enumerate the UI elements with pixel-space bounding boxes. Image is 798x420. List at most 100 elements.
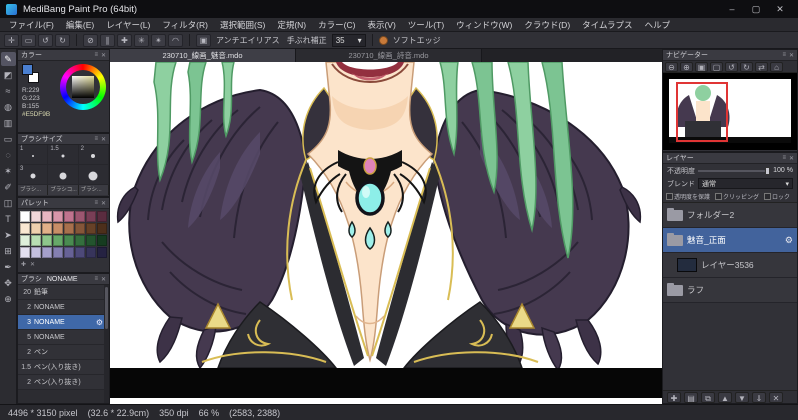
menu-item[interactable]: ウィンドウ(W) [450,19,518,31]
panel-close-icon[interactable]: ✕ [101,200,106,207]
snap-ellipse-icon[interactable]: ◠ [168,33,183,47]
brush-row[interactable]: 2 NONAME [18,300,109,315]
add-layer-icon[interactable]: ✚ [667,391,681,403]
palette-swatch[interactable] [75,223,85,234]
navigator-panel-title[interactable]: ナビゲーター ≡ ✕ [663,50,797,61]
antialias-icon[interactable]: ▣ [196,33,211,47]
menu-item[interactable]: 定規(N) [271,19,312,31]
add-folder-icon[interactable]: ▤ [684,391,698,403]
gradient-tool-icon[interactable]: ▥ [1,116,16,130]
palette-swatch[interactable] [20,235,30,246]
layer-settings-icon[interactable]: ⚙ [785,235,793,246]
brush-size-cell[interactable]: 3 [18,165,49,185]
panel-close-icon[interactable]: ✕ [101,52,106,59]
redo-icon[interactable]: ↻ [55,33,70,47]
navigator-thumbnail[interactable] [663,73,797,150]
panel-close-icon[interactable]: ✕ [789,155,794,162]
panel-close-icon[interactable]: ✕ [101,276,106,283]
primary-color-swatch[interactable] [22,64,33,75]
delete-color-icon[interactable]: ✕ [30,261,35,268]
menu-item[interactable]: 表示(V) [361,19,401,31]
palette-swatch[interactable] [86,247,96,258]
layer-panel-title[interactable]: レイヤー ≡ ✕ [663,153,797,164]
palette-swatch[interactable] [97,223,107,234]
panel-menu-icon[interactable]: ≡ [94,200,98,207]
palette-swatch[interactable] [53,247,63,258]
merge-down-icon[interactable]: ⇓ [752,391,766,403]
soft-edge-icon[interactable] [378,35,388,45]
lasso-tool-icon[interactable]: ◌ [1,148,16,162]
palette-swatch[interactable] [64,247,74,258]
magic-wand-tool-icon[interactable]: ✶ [1,164,16,178]
panel-menu-icon[interactable]: ≡ [94,136,98,143]
canvas-artwork[interactable] [110,61,662,404]
protect-alpha-checkbox[interactable]: 透明度を保護 [666,192,710,201]
titlebar[interactable]: MediBang Paint Pro (64bit) – ▢ ✕ [0,0,798,18]
brush-size-cell[interactable]: 1 [18,145,49,165]
delete-layer-icon[interactable]: ✕ [769,391,783,403]
snap-off-icon[interactable]: ⊘ [83,33,98,47]
canvas-viewport[interactable] [110,61,662,404]
brush-row[interactable]: 2 ペン [18,345,109,360]
flip-horizontal-icon[interactable]: ⇄ [755,61,768,72]
panel-tab[interactable]: ブラシ... [78,185,109,195]
palette-swatch[interactable] [20,247,30,258]
palette-swatch[interactable] [86,211,96,222]
zoom-in-icon[interactable]: ⊕ [680,61,693,72]
menu-item[interactable]: ファイル(F) [3,19,60,31]
palette-swatch[interactable] [53,211,63,222]
menu-item[interactable]: クラウド(D) [518,19,576,31]
palette-swatch[interactable] [42,247,52,258]
palette-swatch[interactable] [97,235,107,246]
layer-row[interactable]: フォルダー2 [663,203,797,228]
divide-tool-icon[interactable]: ⊞ [1,244,16,258]
bucket-tool-icon[interactable]: ◍ [1,100,16,114]
panel-tab[interactable]: ブラシ... [18,185,49,195]
saturation-square[interactable] [72,76,94,98]
move-down-icon[interactable]: ▼ [735,391,749,403]
menu-item[interactable]: カラー(C) [312,19,361,31]
lock-checkbox[interactable]: ロック [764,192,790,201]
clipping-checkbox[interactable]: クリッピング [715,192,759,201]
panel-close-icon[interactable]: ✕ [789,52,794,59]
panel-menu-icon[interactable]: ≡ [94,276,98,283]
palette-swatch[interactable] [31,223,41,234]
snap-parallel-icon[interactable]: ∥ [100,33,115,47]
select-tool-icon[interactable]: ▭ [1,132,16,146]
color-panel-title[interactable]: カラー ≡ ✕ [18,50,109,61]
palette-swatch[interactable] [42,223,52,234]
brush-size-panel-title[interactable]: ブラシサイズ ≡ ✕ [18,134,109,145]
layer-row[interactable]: レイヤー3536 [663,253,797,278]
scrollbar-thumb[interactable] [105,287,108,329]
brush-size-cell[interactable]: 2 [78,145,109,165]
menu-item[interactable]: ツール(T) [402,19,450,31]
minimize-button[interactable]: – [720,0,744,18]
brush-list-scrollbar[interactable] [104,285,109,403]
slider-handle[interactable] [765,166,771,175]
panel-menu-icon[interactable]: ≡ [782,52,786,59]
menu-item[interactable]: レイヤー(L) [100,19,156,31]
palette-swatch[interactable] [53,223,63,234]
operation-tool-icon[interactable]: ➤ [1,228,16,242]
brush-size-cell[interactable] [48,165,79,185]
stabilizer-select[interactable]: 35 ▾ [331,33,366,47]
layer-row[interactable]: 魅音_正面 ⚙ [663,228,797,253]
opacity-slider[interactable] [698,166,771,175]
undo-icon[interactable]: ↺ [38,33,53,47]
close-button[interactable]: ✕ [768,0,792,18]
menu-item[interactable]: ヘルプ [639,19,677,31]
palette-swatch[interactable] [64,223,74,234]
duplicate-layer-icon[interactable]: ⧉ [701,391,715,403]
maximize-button[interactable]: ▢ [744,0,768,18]
snap-cross-icon[interactable]: ✚ [117,33,132,47]
brush-row[interactable]: 20 鉛筆 [18,285,109,300]
menu-item[interactable]: フィルタ(R) [156,19,214,31]
add-color-icon[interactable]: ✚ [21,261,26,268]
palette-swatch[interactable] [20,223,30,234]
palette-swatch[interactable] [75,211,85,222]
palette-swatch[interactable] [97,247,107,258]
brush-tool-icon[interactable]: ✎ [0,52,16,66]
select-pen-tool-icon[interactable]: ✐ [1,180,16,194]
brush-settings-icon[interactable]: ⚙ [96,318,103,327]
fit-window-icon[interactable]: ▢ [710,61,723,72]
